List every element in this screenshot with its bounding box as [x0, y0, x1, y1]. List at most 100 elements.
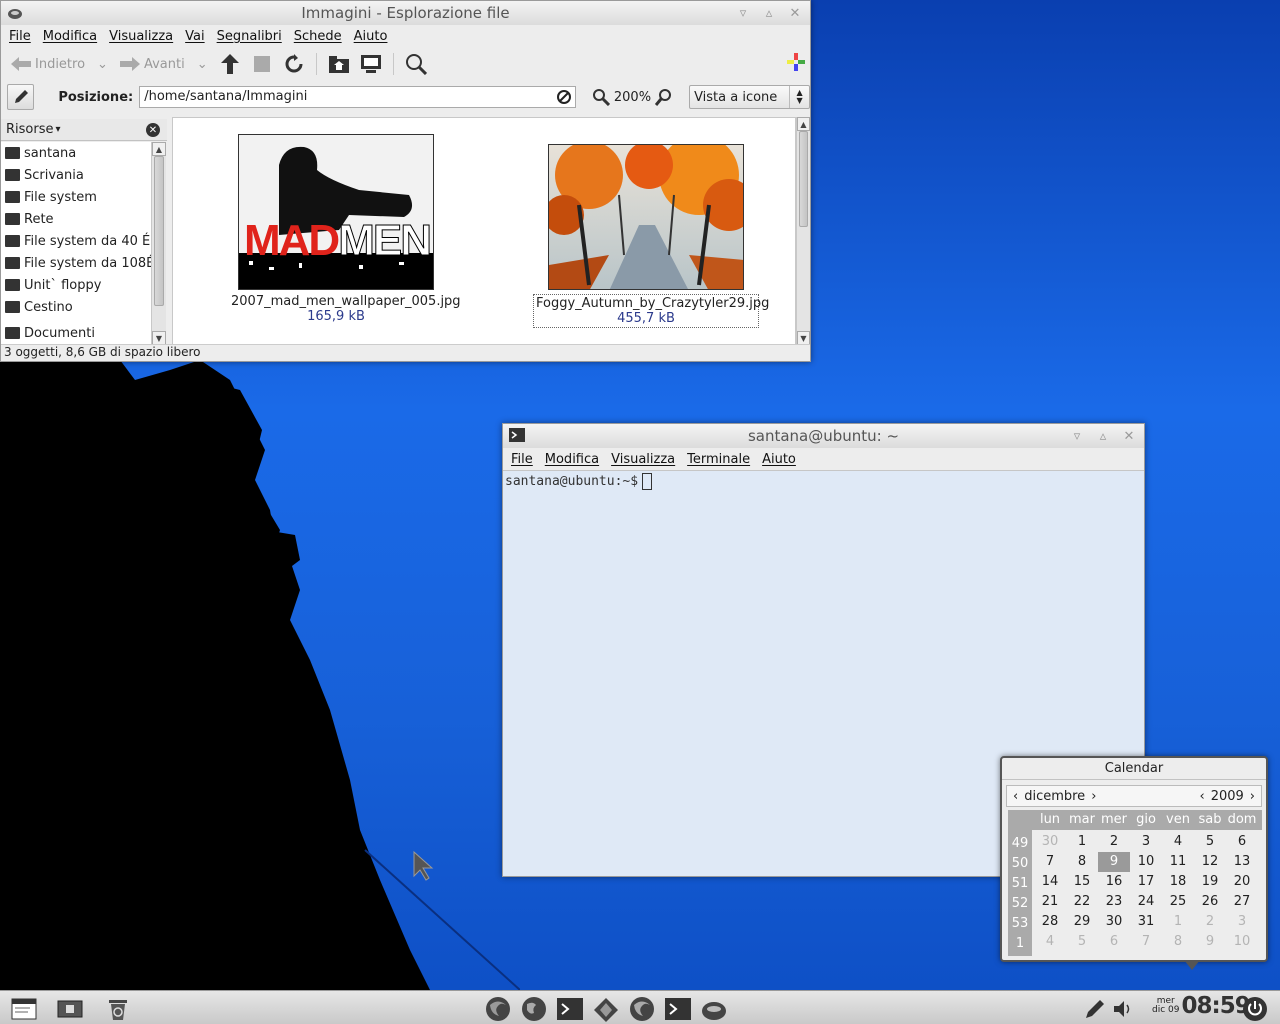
back-history-dropdown[interactable]: ⌄ — [93, 51, 112, 77]
calendar-day[interactable]: 22 — [1066, 892, 1098, 912]
calendar-day[interactable]: 4 — [1034, 932, 1066, 952]
calendar-day[interactable]: 5 — [1066, 932, 1098, 952]
calendar-day[interactable]: 8 — [1066, 852, 1098, 872]
menu-modifica[interactable]: Modifica — [539, 452, 605, 467]
sidebar-item-scrivania[interactable]: Scrivania — [1, 164, 151, 186]
up-button[interactable] — [216, 51, 244, 77]
menu-schede[interactable]: Schede — [288, 29, 348, 44]
search-button[interactable] — [402, 51, 430, 77]
back-button[interactable]: Indietro — [7, 51, 89, 77]
prev-year-icon[interactable]: ‹ — [1200, 789, 1205, 804]
next-year-icon[interactable]: › — [1250, 789, 1255, 804]
reload-button[interactable] — [280, 51, 308, 77]
scroll-up-icon[interactable]: ▲ — [797, 117, 810, 131]
calendar-day[interactable]: 16 — [1098, 872, 1130, 892]
calendar-popup[interactable]: Calendar ‹ dicembre › ‹ 2009 › lun mar mer… — [1000, 756, 1268, 962]
prev-month-icon[interactable]: ‹ — [1013, 789, 1018, 804]
menu-modifica[interactable]: Modifica — [37, 29, 103, 44]
calendar-day[interactable]: 2 — [1098, 832, 1130, 852]
computer-button[interactable] — [357, 51, 385, 77]
scroll-down-icon[interactable]: ▼ — [152, 331, 166, 345]
menu-aiuto[interactable]: Aiuto — [756, 452, 802, 467]
scroll-down-icon[interactable]: ▼ — [797, 331, 810, 345]
next-month-icon[interactable]: › — [1091, 789, 1096, 804]
icon-view[interactable]: MADMEN 2007_mad_men_wallpaper_005.jpg 16… — [172, 117, 796, 345]
zoom-out-icon[interactable] — [592, 88, 610, 106]
menu-visualizza[interactable]: Visualizza — [605, 452, 681, 467]
terminal-app-icon[interactable] — [509, 428, 525, 442]
sidebar-item-santana[interactable]: santana — [1, 142, 151, 164]
calendar-day[interactable]: 3 — [1226, 912, 1258, 932]
calendar-day[interactable]: 3 — [1130, 832, 1162, 852]
trash-icon[interactable] — [102, 995, 134, 1023]
power-icon[interactable] — [1240, 995, 1270, 1023]
menu-segnalibri[interactable]: Segnalibri — [211, 29, 288, 44]
calendar-day[interactable]: 7 — [1130, 932, 1162, 952]
close-icon[interactable]: ✕ — [1120, 427, 1138, 445]
calendar-day[interactable]: 12 — [1194, 852, 1226, 872]
taskbar-terminal-icon[interactable] — [662, 995, 694, 1023]
file-item-madmen[interactable]: MADMEN 2007_mad_men_wallpaper_005.jpg 16… — [231, 134, 461, 324]
calendar-day[interactable]: 19 — [1194, 872, 1226, 892]
calendar-day[interactable]: 29 — [1066, 912, 1098, 932]
zoom-in-icon[interactable] — [655, 88, 673, 106]
sidebar-scrollbar[interactable]: ▲ ▼ — [151, 142, 166, 345]
sidebar-title[interactable]: Risorse — [6, 122, 54, 137]
calendar-day[interactable]: 26 — [1194, 892, 1226, 912]
menu-vai[interactable]: Vai — [179, 29, 210, 44]
calendar-day[interactable]: 6 — [1226, 832, 1258, 852]
taskbar-firefox-icon[interactable] — [482, 995, 514, 1023]
location-input[interactable]: /home/santana/Immagini — [139, 86, 576, 108]
calendar-day[interactable]: 27 — [1226, 892, 1258, 912]
menu-visualizza[interactable]: Visualizza — [103, 29, 179, 44]
minimize-icon[interactable]: ▿ — [1068, 427, 1086, 445]
file-manager-titlebar[interactable]: Immagini - Esplorazione file ▿ ▵ ✕ — [1, 1, 810, 25]
calendar-day[interactable]: 10 — [1130, 852, 1162, 872]
icon-view-scrollbar[interactable]: ▲ ▼ — [796, 117, 810, 345]
calendar-day[interactable]: 25 — [1162, 892, 1194, 912]
calendar-day[interactable]: 5 — [1194, 832, 1226, 852]
calendar-day[interactable]: 1 — [1066, 832, 1098, 852]
pen-tool-icon[interactable] — [1082, 995, 1108, 1023]
calendar-day[interactable]: 14 — [1034, 872, 1066, 892]
sidebar-item-floppy[interactable]: Unit` floppy — [1, 274, 151, 296]
menu-file[interactable]: File — [3, 29, 37, 44]
menu-aiuto[interactable]: Aiuto — [348, 29, 394, 44]
clock-applet[interactable]: mer dic 09 08:59 — [1152, 993, 1251, 1019]
show-desktop-icon[interactable] — [8, 995, 40, 1023]
taskbar-terminal-icon[interactable] — [554, 995, 586, 1023]
calendar-day[interactable]: 13 — [1226, 852, 1258, 872]
calendar-day[interactable]: 23 — [1098, 892, 1130, 912]
edit-location-button[interactable] — [7, 84, 35, 110]
taskbar-globe-icon[interactable] — [518, 995, 550, 1023]
sidebar-item-cestino[interactable]: Cestino — [1, 296, 151, 318]
home-button[interactable] — [325, 51, 353, 77]
calendar-day[interactable]: 30 — [1098, 912, 1130, 932]
calendar-day[interactable]: 30 — [1034, 832, 1066, 852]
minimize-icon[interactable]: ▿ — [734, 4, 752, 22]
file-manager-app-icon[interactable] — [7, 5, 23, 21]
file-item-foggy-autumn[interactable]: Foggy_Autumn_by_Crazytyler29.jpg 455,7 k… — [533, 144, 769, 328]
calendar-day[interactable]: 4 — [1162, 832, 1194, 852]
calendar-day[interactable]: 6 — [1098, 932, 1130, 952]
calendar-day[interactable]: 20 — [1226, 872, 1258, 892]
taskbar-file-manager-icon[interactable] — [698, 995, 730, 1023]
calendar-day[interactable]: 28 — [1034, 912, 1066, 932]
clear-icon[interactable] — [556, 90, 571, 104]
sidebar-item-rete[interactable]: Rete — [1, 208, 151, 230]
sidebar-item-fs-40[interactable]: File system da 40 É — [1, 230, 151, 252]
calendar-day[interactable]: 24 — [1130, 892, 1162, 912]
maximize-icon[interactable]: ▵ — [760, 4, 778, 22]
calendar-day[interactable]: 1 — [1162, 912, 1194, 932]
calendar-day[interactable]: 9 — [1194, 932, 1226, 952]
forward-button[interactable]: Avanti — [116, 51, 189, 77]
calendar-day[interactable]: 8 — [1162, 932, 1194, 952]
calendar-day[interactable]: 31 — [1130, 912, 1162, 932]
calendar-day[interactable]: 11 — [1162, 852, 1194, 872]
scroll-thumb[interactable] — [799, 131, 808, 227]
scroll-thumb[interactable] — [154, 156, 164, 306]
calendar-day[interactable]: 2 — [1194, 912, 1226, 932]
close-icon[interactable]: ✕ — [786, 4, 804, 22]
calendar-day[interactable]: 15 — [1066, 872, 1098, 892]
workspace-switcher-icon[interactable] — [54, 995, 86, 1023]
